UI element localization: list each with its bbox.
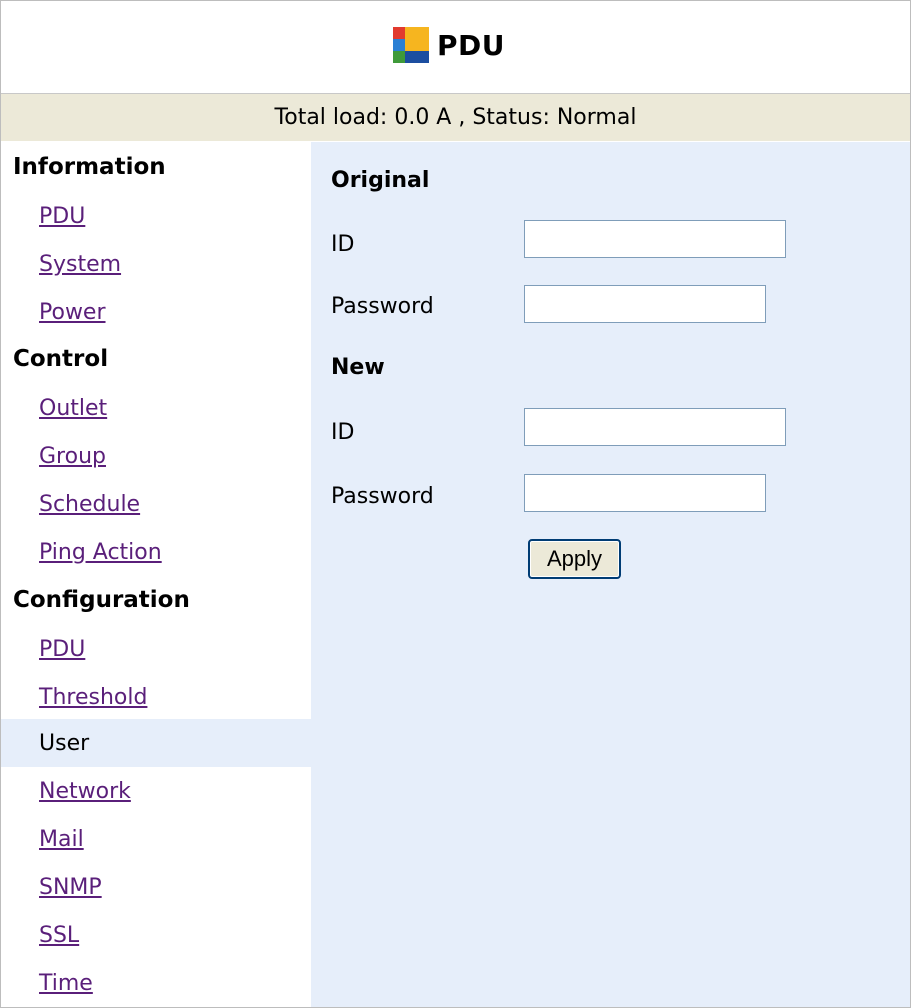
original-id-input[interactable] xyxy=(524,220,786,258)
sidebar-link-ping-action[interactable]: Ping Action xyxy=(39,540,162,565)
page-title: PDU xyxy=(437,28,505,62)
sidebar-item-snmp[interactable]: SNMP xyxy=(1,863,311,911)
sidebar-item-ssl[interactable]: SSL xyxy=(1,911,311,959)
sidebar-item-user[interactable]: User xyxy=(1,719,311,767)
sidebar-item-ping-action[interactable]: Ping Action xyxy=(1,528,311,576)
new-id-label: ID xyxy=(331,420,355,445)
original-password-input[interactable] xyxy=(524,285,766,323)
new-heading: New xyxy=(331,355,385,380)
pdu-logo-icon xyxy=(393,27,429,63)
sidebar-link-outlet[interactable]: Outlet xyxy=(39,396,107,421)
sidebar-link-ssl[interactable]: SSL xyxy=(39,923,79,948)
sidebar-item-time[interactable]: Time xyxy=(1,959,311,1007)
sidebar-label-user: User xyxy=(39,730,90,756)
original-heading: Original xyxy=(331,168,430,193)
sidebar-heading-configuration: Configuration xyxy=(13,587,190,613)
apply-button[interactable]: Apply xyxy=(528,539,621,579)
sidebar-item-info-pdu[interactable]: PDU xyxy=(1,192,311,240)
sidebar-item-config-pdu[interactable]: PDU xyxy=(1,625,311,673)
sidebar-item-system[interactable]: System xyxy=(1,240,311,288)
sidebar-link-group[interactable]: Group xyxy=(39,444,106,469)
sidebar-item-power[interactable]: Power xyxy=(1,288,311,336)
sidebar-heading-information: Information xyxy=(13,154,166,180)
sidebar-heading-control: Control xyxy=(13,346,109,372)
sidebar-item-network[interactable]: Network xyxy=(1,767,311,815)
sidebar-link-power[interactable]: Power xyxy=(39,300,106,325)
sidebar-link-config-pdu[interactable]: PDU xyxy=(39,637,85,662)
sidebar-link-network[interactable]: Network xyxy=(39,779,131,804)
sidebar-link-system[interactable]: System xyxy=(39,252,121,277)
sidebar-link-info-pdu[interactable]: PDU xyxy=(39,204,85,229)
sidebar-link-threshold[interactable]: Threshold xyxy=(39,685,147,710)
sidebar-link-time[interactable]: Time xyxy=(39,971,93,996)
new-id-input[interactable] xyxy=(524,408,786,446)
sidebar-link-mail[interactable]: Mail xyxy=(39,827,84,852)
sidebar-item-threshold[interactable]: Threshold xyxy=(1,673,311,721)
new-password-input[interactable] xyxy=(524,474,766,512)
sidebar: Information PDU System Power Control Out… xyxy=(1,142,311,1007)
sidebar-item-schedule[interactable]: Schedule xyxy=(1,480,311,528)
page-frame: PDU Total load: 0.0 A , Status: Normal I… xyxy=(0,0,911,1008)
page-header: PDU xyxy=(1,1,910,94)
header-brand: PDU xyxy=(393,27,505,63)
original-id-label: ID xyxy=(331,232,355,257)
status-text: Total load: 0.0 A , Status: Normal xyxy=(274,105,637,130)
sidebar-link-schedule[interactable]: Schedule xyxy=(39,492,140,517)
sidebar-item-outlet[interactable]: Outlet xyxy=(1,384,311,432)
sidebar-link-snmp[interactable]: SNMP xyxy=(39,875,102,900)
new-password-label: Password xyxy=(331,484,434,509)
sidebar-item-group[interactable]: Group xyxy=(1,432,311,480)
status-bar: Total load: 0.0 A , Status: Normal xyxy=(1,94,910,141)
original-password-label: Password xyxy=(331,294,434,319)
sidebar-item-mail[interactable]: Mail xyxy=(1,815,311,863)
user-settings-panel: Original ID Password New ID Password App… xyxy=(311,142,910,1007)
